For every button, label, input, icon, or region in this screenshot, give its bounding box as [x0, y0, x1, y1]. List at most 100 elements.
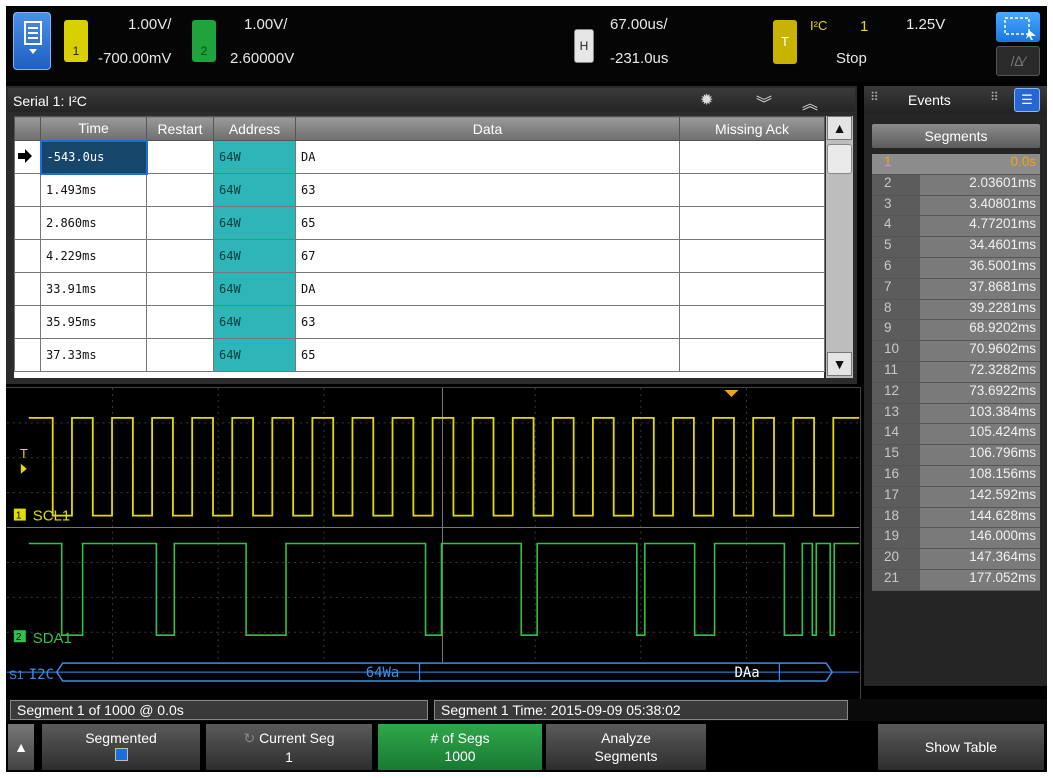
- segment-row[interactable]: 20 147.364ms: [872, 549, 1040, 570]
- drag-handle-icon[interactable]: ⠿: [870, 90, 879, 104]
- scroll-up-arrow-icon[interactable]: ▲: [827, 116, 852, 140]
- segment-row[interactable]: 3 3.40801ms: [872, 195, 1040, 217]
- segment-number: 10: [872, 341, 920, 361]
- segment-time: 36.5001ms: [920, 257, 1040, 278]
- serial-header: Serial 1: I²C ✹ ︾ ︽: [8, 88, 855, 114]
- row-pointer-cell: [14, 338, 41, 372]
- segment-row[interactable]: 4 4.77201ms: [872, 216, 1040, 238]
- zoom-box-button[interactable]: [996, 12, 1040, 42]
- segments-tab[interactable]: Segments: [872, 124, 1040, 148]
- ch1-offset: -700.00mV: [98, 50, 172, 67]
- segment-number: 13: [872, 403, 920, 424]
- num-segs-softkey[interactable]: # of Segs 1000: [378, 724, 542, 770]
- segment-row[interactable]: 21 177.052ms: [872, 569, 1040, 591]
- segmented-checkbox[interactable]: [42, 748, 200, 764]
- channel-1-badge[interactable]: 1: [64, 20, 88, 62]
- cell-restart: [146, 272, 214, 306]
- segment-number: 18: [872, 507, 920, 528]
- segmented-softkey[interactable]: Segmented: [42, 724, 200, 770]
- segment-number: 5: [872, 237, 920, 257]
- analyze-segments-softkey[interactable]: Analyze Segments: [546, 724, 706, 770]
- current-seg-value: 1: [285, 749, 293, 765]
- col-restart[interactable]: Restart: [146, 116, 214, 141]
- table-row[interactable]: 1.493ms 64W 63: [14, 173, 825, 207]
- events-table-button[interactable]: ☰: [1014, 88, 1040, 112]
- col-missing-ack[interactable]: Missing Ack: [679, 116, 825, 141]
- oscilloscope-screen: 1 1.00V/ -700.00mV 2 1.00V/ 2.60000V H 6…: [6, 6, 1047, 772]
- col-data[interactable]: Data: [295, 116, 680, 141]
- col-time[interactable]: Time: [40, 116, 147, 141]
- cell-time: 2.860ms: [40, 206, 147, 240]
- segment-row[interactable]: 9 68.9202ms: [872, 320, 1040, 342]
- cell-data: 63: [295, 173, 680, 207]
- segment-number: 6: [872, 257, 920, 278]
- cell-restart: [146, 173, 214, 207]
- expand-up-icon[interactable]: ︽: [802, 90, 818, 114]
- current-seg-softkey[interactable]: ↻ Current Seg 1: [206, 724, 372, 770]
- segment-number: 2: [872, 174, 920, 195]
- segment-time: 70.9602ms: [920, 341, 1040, 361]
- segment-row[interactable]: 18 144.628ms: [872, 507, 1040, 529]
- cell-address: 64W: [213, 305, 296, 339]
- segment-row[interactable]: 14 105.424ms: [872, 424, 1040, 446]
- table-row[interactable]: -543.0us 64W DA: [14, 139, 825, 175]
- segment-row[interactable]: 2 2.03601ms: [872, 174, 1040, 196]
- segment-row[interactable]: 11 72.3282ms: [872, 361, 1040, 383]
- cell-address: 64W: [213, 239, 296, 273]
- main-menu-button[interactable]: [13, 12, 51, 70]
- segment-row[interactable]: 12 73.6922ms: [872, 382, 1040, 404]
- segment-row[interactable]: 10 70.9602ms: [872, 341, 1040, 362]
- show-table-softkey[interactable]: Show Table: [878, 724, 1044, 770]
- cell-time: 4.229ms: [40, 239, 147, 273]
- segment-row[interactable]: 7 37.8681ms: [872, 278, 1040, 300]
- cell-time: -543.0us: [39, 139, 148, 175]
- segment-row[interactable]: 13 103.384ms: [872, 403, 1040, 425]
- segment-row[interactable]: 19 146.000ms: [872, 528, 1040, 550]
- segment-time: 37.8681ms: [920, 278, 1040, 299]
- segment-time: 146.000ms: [920, 528, 1040, 549]
- row-pointer-cell: [14, 173, 41, 207]
- segment-time: 108.156ms: [920, 465, 1040, 486]
- segment-row[interactable]: 16 108.156ms: [872, 465, 1040, 487]
- cell-time: 37.33ms: [40, 338, 147, 372]
- segment-row[interactable]: 5 34.4601ms: [872, 237, 1040, 258]
- horizontal-badge[interactable]: H: [574, 29, 594, 63]
- table-row[interactable]: 35.95ms 64W 63: [14, 305, 825, 339]
- segment-time-status: Segment 1 Time: 2015-09-09 05:38:02: [434, 700, 848, 720]
- num-segs-value: 1000: [444, 748, 476, 764]
- col-address[interactable]: Address: [213, 116, 296, 141]
- scroll-down-arrow-icon[interactable]: ▼: [827, 352, 852, 376]
- cursor-button[interactable]: /∆⁄: [996, 46, 1040, 76]
- ch2-ground-number: 2: [16, 632, 22, 643]
- segment-time: 0.0s: [920, 154, 1040, 174]
- settings-gear-icon[interactable]: ✹: [700, 90, 713, 110]
- table-row[interactable]: 33.91ms 64W DA: [14, 272, 825, 306]
- channel-2-badge[interactable]: 2: [192, 20, 216, 62]
- segment-row[interactable]: 1 0.0s: [872, 154, 1040, 175]
- waveform-display[interactable]: T 1 SCL1 2 SDA1 S1 I2C 64Wa DAa: [6, 387, 861, 699]
- trigger-position-marker: [724, 389, 739, 397]
- segment-row[interactable]: 6 36.5001ms: [872, 257, 1040, 279]
- segment-row[interactable]: 17 142.592ms: [872, 486, 1040, 508]
- segment-time: 4.77201ms: [920, 216, 1040, 237]
- segment-row[interactable]: 8 39.2281ms: [872, 299, 1040, 321]
- zoom-select-icon: [1004, 17, 1036, 40]
- segment-number: 14: [872, 424, 920, 445]
- collapse-down-icon[interactable]: ︾: [756, 90, 772, 114]
- softkey-up-arrow-icon[interactable]: ▲: [8, 724, 34, 770]
- analyze-label-2: Segments: [594, 748, 658, 764]
- i2c-bus-decode: S1 I2C 64Wa DAa: [6, 662, 860, 683]
- segment-time: 39.2281ms: [920, 299, 1040, 320]
- table-row[interactable]: 2.860ms 64W 65: [14, 206, 825, 240]
- table-row[interactable]: 37.33ms 64W 65: [14, 338, 825, 372]
- scroll-thumb[interactable]: [827, 144, 852, 174]
- cell-restart: [146, 305, 214, 339]
- drag-handle-icon[interactable]: ⠿: [990, 90, 999, 104]
- cell-data: DA: [295, 272, 680, 306]
- table-scrollbar[interactable]: ▲ ▼: [826, 116, 853, 378]
- segments-list[interactable]: 1 0.0s 2 2.03601ms 3 3.40801ms 4 4.77201ms 5 34.4…: [872, 154, 1040, 680]
- table-row[interactable]: 4.229ms 64W 67: [14, 239, 825, 273]
- cell-data: 67: [295, 239, 680, 273]
- trigger-badge[interactable]: T: [773, 20, 797, 64]
- segment-row[interactable]: 15 106.796ms: [872, 445, 1040, 466]
